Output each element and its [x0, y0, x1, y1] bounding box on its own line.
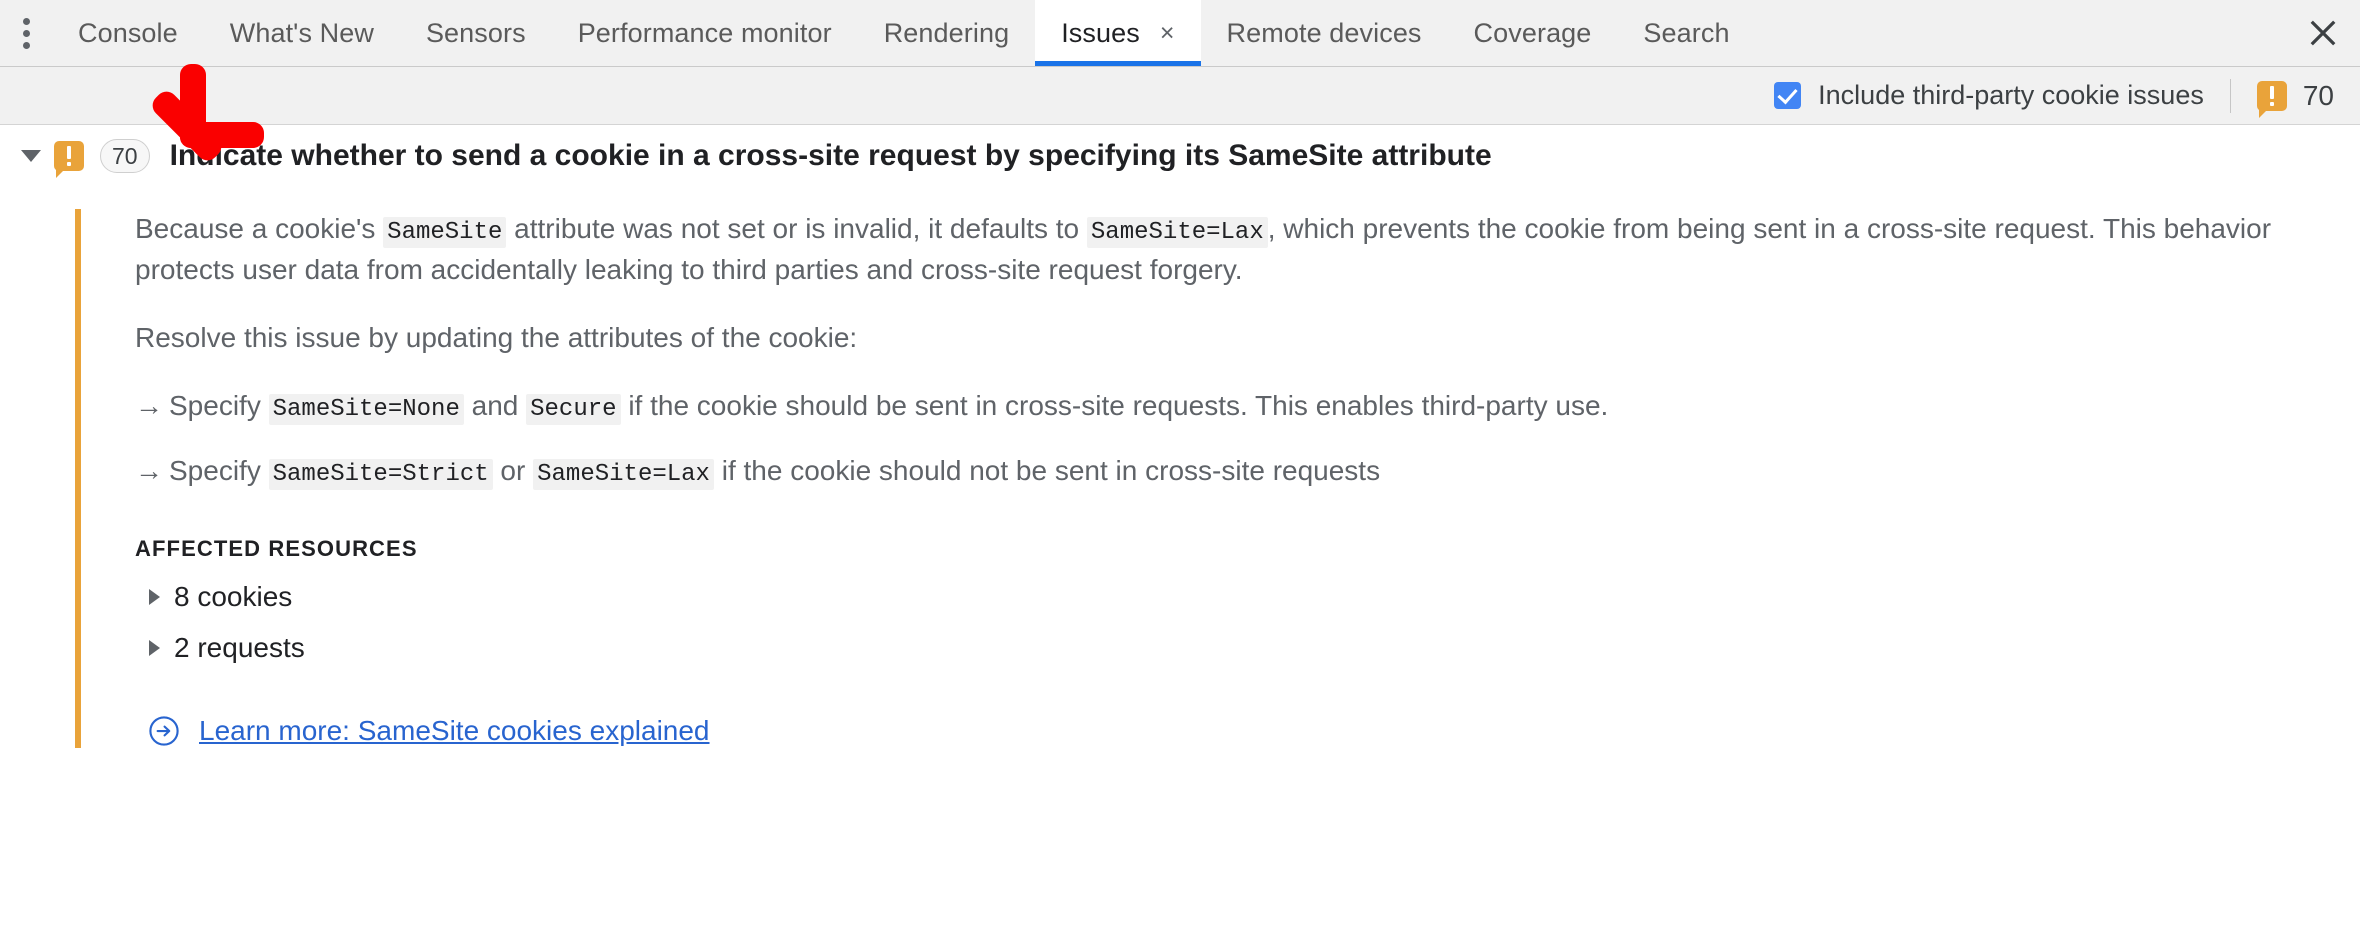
recommendation-text: Specify SameSite=Strict or SameSite=Lax … [169, 455, 1381, 491]
affected-resource-requests[interactable]: 2 requests [135, 632, 2360, 664]
third-party-cookie-label: Include third-party cookie issues [1818, 80, 2204, 110]
circled-arrow-right-icon [147, 714, 181, 748]
tab-search[interactable]: Search [1617, 0, 1755, 66]
chevron-down-icon[interactable] [14, 150, 48, 162]
drawer-tabstrip: Console What's New Sensors Performance m… [0, 0, 2360, 67]
tab-label: Rendering [883, 17, 1010, 48]
issue-header-row[interactable]: 70 Indicate whether to send a cookie in … [0, 125, 2360, 187]
kebab-dot [22, 29, 30, 37]
issues-toolbar: Include third-party cookie issues 70 [0, 67, 2360, 125]
tab-console[interactable]: Console [52, 0, 204, 66]
resource-label: 2 requests [174, 632, 305, 664]
code-samesite-lax: SameSite=Lax [533, 459, 714, 491]
tab-label: Remote devices [1226, 17, 1422, 48]
issue-count-badge: 70 [100, 139, 150, 173]
issue-body: Because a cookie's SameSite attribute wa… [75, 209, 2360, 749]
tab-label: Performance monitor [577, 17, 832, 48]
tab-label: Issues [1061, 17, 1140, 48]
tab-label: Sensors [425, 17, 526, 48]
warning-issue-icon [54, 141, 84, 178]
description-part-1: Because a cookie's [135, 213, 384, 244]
reco-part-1: Specify [169, 455, 269, 487]
kebab-menu-icon[interactable] [0, 0, 52, 66]
tab-close-icon[interactable]: × [1160, 20, 1175, 46]
issues-count: 70 [2256, 79, 2334, 118]
arrow-right-bullet-icon: → [135, 455, 163, 487]
reco-part-2: or [492, 455, 534, 487]
code-samesite-strict: SameSite=Strict [268, 459, 493, 491]
tab-remote-devices[interactable]: Remote devices [1201, 0, 1448, 66]
affected-resource-cookies[interactable]: 8 cookies [135, 581, 2360, 613]
tab-sensors[interactable]: Sensors [400, 0, 552, 66]
warning-issue-icon [2256, 80, 2287, 118]
resource-label: 8 cookies [174, 581, 293, 613]
tab-rendering[interactable]: Rendering [858, 0, 1036, 66]
close-icon[interactable] [2286, 0, 2360, 66]
checkbox-checked-icon[interactable] [1774, 82, 1802, 109]
recommendation-row: → Specify SameSite=None and Secure if th… [135, 390, 2360, 426]
issue-title: Indicate whether to send a cookie in a c… [169, 139, 1492, 172]
code-samesite: SameSite [383, 217, 507, 248]
code-secure: Secure [526, 394, 621, 426]
third-party-cookie-filter[interactable]: Include third-party cookie issues [1774, 80, 2204, 111]
reco-part-2: and [463, 390, 527, 422]
toolbar-divider [2229, 78, 2231, 113]
issue-description: Because a cookie's SameSite attribute wa… [135, 209, 2295, 290]
resolve-intro: Resolve this issue by updating the attri… [135, 322, 858, 354]
reco-part-3: if the cookie should not be sent in cros… [713, 455, 1381, 487]
affected-resources-title: AFFECTED RESOURCES [135, 536, 418, 562]
code-samesite-none: SameSite=None [268, 394, 464, 426]
learn-more-row[interactable]: Learn more: SameSite cookies explained [135, 714, 2360, 748]
tab-label: Search [1643, 17, 1730, 48]
tab-coverage[interactable]: Coverage [1448, 0, 1618, 66]
recommendation-text: Specify SameSite=None and Secure if the … [169, 390, 1609, 426]
tab-issues[interactable]: Issues × [1035, 0, 1201, 66]
drawer-tabs: Console What's New Sensors Performance m… [52, 0, 2286, 66]
reco-part-1: Specify [169, 390, 269, 422]
tab-label: Console [78, 17, 178, 48]
recommendation-row: → Specify SameSite=Strict or SameSite=La… [135, 455, 2360, 491]
reco-part-3: if the cookie should be sent in cross-si… [620, 390, 1609, 422]
tab-label: Coverage [1473, 17, 1592, 48]
tab-label: What's New [229, 17, 374, 48]
tab-whats-new[interactable]: What's New [204, 0, 400, 66]
learn-more-link[interactable]: Learn more: SameSite cookies explained [199, 715, 710, 747]
chevron-right-icon[interactable] [149, 640, 160, 657]
kebab-dot [22, 17, 30, 25]
arrow-right-bullet-icon: → [135, 390, 163, 422]
issue-item: 70 Indicate whether to send a cookie in … [0, 125, 2360, 749]
tab-performance-monitor[interactable]: Performance monitor [552, 0, 858, 66]
warning-count-value: 70 [2302, 79, 2334, 111]
description-part-2: attribute was not set or is invalid, it … [506, 213, 1087, 244]
code-samesite-lax: SameSite=Lax [1086, 217, 1268, 248]
chevron-right-icon[interactable] [149, 589, 160, 606]
kebab-dot [22, 41, 30, 49]
